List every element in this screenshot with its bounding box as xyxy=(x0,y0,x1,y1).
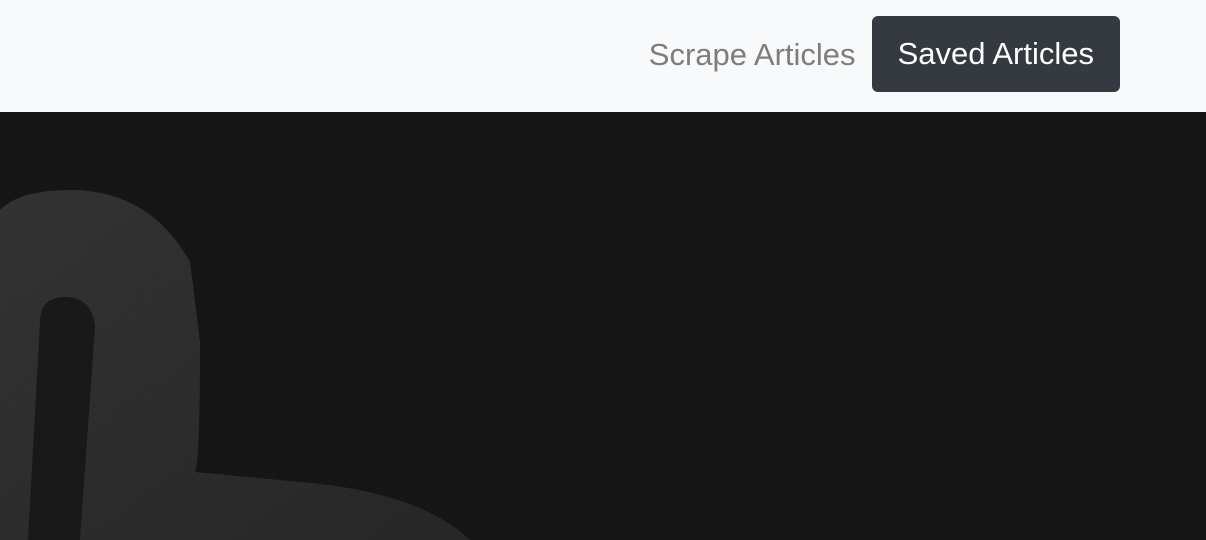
top-navbar: Scrape Articles Saved Articles xyxy=(0,0,1206,112)
nav-links: Scrape Articles Saved Articles xyxy=(649,16,1120,92)
fabric-texture xyxy=(0,112,1206,540)
saved-articles-button[interactable]: Saved Articles xyxy=(871,16,1120,92)
scrape-articles-link[interactable]: Scrape Articles xyxy=(649,39,856,70)
hero-background xyxy=(0,112,1206,540)
